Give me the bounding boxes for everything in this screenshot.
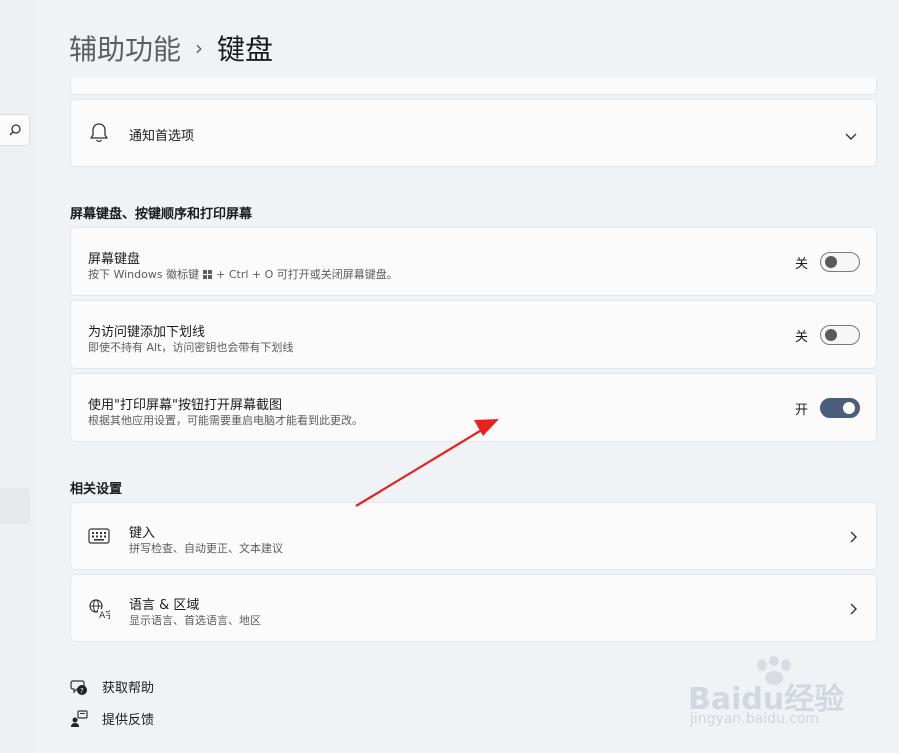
watermark-url: jingyan.baidu.com — [690, 711, 820, 727]
baidu-watermark: Baidu经验 jingyan.baidu.com — [688, 656, 858, 736]
annotation-arrow — [355, 419, 499, 507]
